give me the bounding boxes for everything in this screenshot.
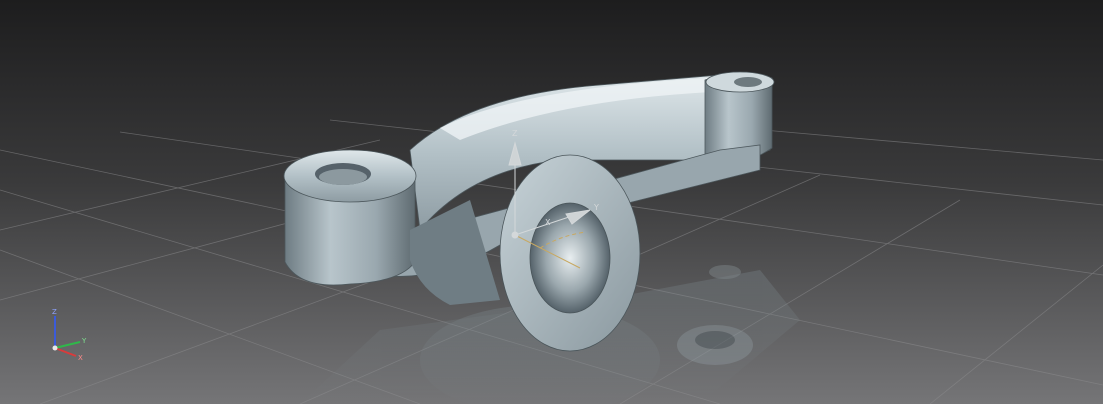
triad-origin xyxy=(52,345,58,351)
manipulator-z-label: Z xyxy=(512,129,518,138)
manipulator-y-label: Y xyxy=(593,203,599,212)
3d-viewport[interactable]: Z Y X Z Y X xyxy=(0,0,1103,404)
manipulator-origin[interactable] xyxy=(511,231,519,239)
manipulator-x-label: X xyxy=(545,218,551,227)
triad-y-label: Y xyxy=(81,337,87,345)
triad-z-label: Z xyxy=(52,308,57,316)
scene-canvas[interactable]: Z Y X Z Y X xyxy=(0,0,1103,404)
triad-x-label: X xyxy=(78,354,83,362)
